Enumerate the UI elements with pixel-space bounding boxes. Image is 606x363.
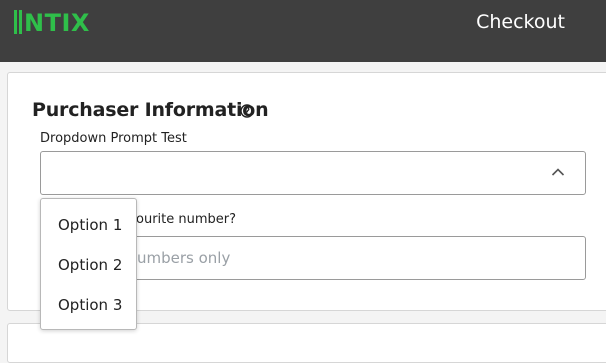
dropdown-option-1[interactable]: Option 1 [41,205,136,245]
intix-logo[interactable]: NTIX [14,6,102,36]
svg-text:NTIX: NTIX [24,9,90,36]
chevron-up-icon [551,168,565,176]
question-circle-icon[interactable] [240,104,254,118]
dropdown-prompt-label: Dropdown Prompt Test [40,131,187,146]
dropdown-prompt-select[interactable] [40,151,586,195]
dropdown-options-menu: Option 1 Option 2 Option 3 [40,198,137,330]
dropdown-option-2[interactable]: Option 2 [41,245,136,285]
section-title: Purchaser Information [32,99,269,121]
dropdown-option-3[interactable]: Option 3 [41,285,136,325]
favourite-number-label-text: ourite number? [136,212,237,227]
checkout-title: Checkout [476,11,565,33]
top-header: NTIX Checkout [0,0,606,62]
